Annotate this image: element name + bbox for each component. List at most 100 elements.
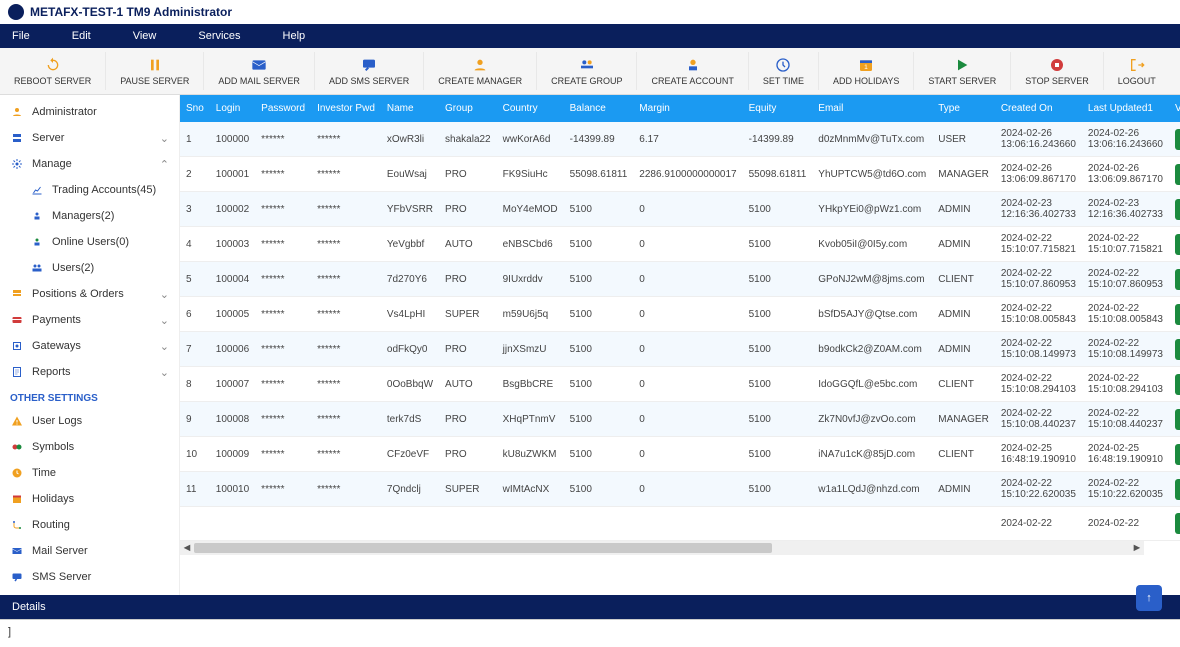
- view-button[interactable]: View: [1175, 199, 1180, 220]
- scroll-left-icon[interactable]: ◄: [180, 541, 194, 555]
- view-button[interactable]: View: [1175, 269, 1180, 290]
- toolbar-stop-server[interactable]: STOP SERVER: [1011, 52, 1104, 90]
- col-balance[interactable]: Balance: [564, 95, 634, 122]
- toolbar-create-group[interactable]: CREATE GROUP: [537, 52, 637, 90]
- horizontal-scrollbar[interactable]: ◄ ►: [180, 541, 1144, 555]
- sidebar-mail-server[interactable]: Mail Server: [0, 538, 179, 564]
- table-row[interactable]: 8100007************0OoBbqWAUTOBsgBbCRE51…: [180, 367, 1180, 402]
- toolbar-add-holidays[interactable]: 1ADD HOLIDAYS: [819, 52, 914, 90]
- table-row[interactable]: 5100004************7d270Y6PRO9IUxrddv510…: [180, 262, 1180, 297]
- routing-icon: [10, 518, 24, 532]
- cell-updated: 2024-02-22: [1082, 507, 1169, 541]
- cell-group: PRO: [439, 192, 497, 227]
- cell-email: w1a1LQdJ@nhzd.com: [812, 472, 932, 507]
- toolbar-logout[interactable]: LOGOUT: [1104, 52, 1170, 90]
- col-email[interactable]: Email: [812, 95, 932, 122]
- table-row[interactable]: 6100005************Vs4LpHISUPERm59U6j5q5…: [180, 297, 1180, 332]
- sidebar-user-logs[interactable]: User Logs: [0, 408, 179, 434]
- sidebar-time[interactable]: Time: [0, 460, 179, 486]
- sidebar-reports[interactable]: Reports⌄: [0, 359, 179, 385]
- menu-edit[interactable]: Edit: [68, 28, 95, 44]
- menu-file[interactable]: File: [8, 28, 34, 44]
- table-row[interactable]: 1100000************xOwR3lishakala22wwKor…: [180, 122, 1180, 157]
- toolbar-pause-server[interactable]: PAUSE SERVER: [106, 52, 204, 90]
- sidebar-sms-server[interactable]: SMS Server: [0, 564, 179, 590]
- col-equity[interactable]: Equity: [743, 95, 813, 122]
- app-logo-icon: [8, 4, 24, 20]
- view-button[interactable]: [1175, 513, 1180, 534]
- toolbar-add-sms-server[interactable]: ADD SMS SERVER: [315, 52, 424, 90]
- table-row[interactable]: 3100002************YFbVSRRPROMoY4eMOD510…: [180, 192, 1180, 227]
- table-row[interactable]: 9100008************terk7dSPROXHqPTnmV510…: [180, 402, 1180, 437]
- table-row[interactable]: 4100003************YeVgbbfAUTOeNBSCbd651…: [180, 227, 1180, 262]
- col-created-on[interactable]: Created On: [995, 95, 1082, 122]
- view-button[interactable]: View: [1175, 374, 1180, 395]
- col-sno[interactable]: Sno: [180, 95, 210, 122]
- table-row[interactable]: 2024-02-222024-02-22: [180, 507, 1180, 541]
- sidebar-administrator[interactable]: Administrator: [0, 99, 179, 125]
- cell-login: 100002: [210, 192, 255, 227]
- cell-margin: 0: [633, 227, 742, 262]
- col-investor-pwd[interactable]: Investor Pwd: [311, 95, 381, 122]
- col-country[interactable]: Country: [497, 95, 564, 122]
- scroll-to-top-button[interactable]: ↑: [1136, 585, 1162, 611]
- cell-margin: 0: [633, 402, 742, 437]
- sidebar-online-users-0-[interactable]: Online Users(0): [0, 229, 179, 255]
- view-button[interactable]: View: [1175, 304, 1180, 325]
- col-password[interactable]: Password: [255, 95, 311, 122]
- col-type[interactable]: Type: [932, 95, 995, 122]
- cell-login: 100009: [210, 437, 255, 472]
- view-button[interactable]: View: [1175, 164, 1180, 185]
- view-button[interactable]: View: [1175, 234, 1180, 255]
- sidebar-users-2-[interactable]: Users(2): [0, 255, 179, 281]
- view-button[interactable]: View: [1175, 129, 1180, 150]
- cell-investor: ******: [311, 192, 381, 227]
- cell-sno: 6: [180, 297, 210, 332]
- menu-services[interactable]: Services: [194, 28, 244, 44]
- toolbar-start-server[interactable]: START SERVER: [914, 52, 1011, 90]
- sidebar-payments[interactable]: Payments⌄: [0, 307, 179, 333]
- col-group[interactable]: Group: [439, 95, 497, 122]
- sidebar-label: SMS Server: [32, 571, 91, 583]
- sidebar-managers-2-[interactable]: Managers(2): [0, 203, 179, 229]
- scroll-right-icon[interactable]: ►: [1130, 541, 1144, 555]
- cell-type: ADMIN: [932, 472, 995, 507]
- view-button[interactable]: View: [1175, 444, 1180, 465]
- view-button[interactable]: View: [1175, 409, 1180, 430]
- table-row[interactable]: 2100001************EouWsajPROFK9SiuHc550…: [180, 157, 1180, 192]
- toolbar-create-account[interactable]: CREATE ACCOUNT: [637, 52, 748, 90]
- table-row[interactable]: 11100010************7QndcljSUPERwIMtAcNX…: [180, 472, 1180, 507]
- stop-icon: [1048, 56, 1066, 74]
- sidebar-label: Routing: [32, 519, 70, 531]
- toolbar-add-mail-server[interactable]: ADD MAIL SERVER: [204, 52, 315, 90]
- table-row[interactable]: 7100006************odFkQy0PROjjnXSmzU510…: [180, 332, 1180, 367]
- sidebar-manage[interactable]: Manage⌃: [0, 151, 179, 177]
- menu-view[interactable]: View: [129, 28, 161, 44]
- col-last-updated1[interactable]: Last Updated1: [1082, 95, 1169, 122]
- col-margin[interactable]: Margin: [633, 95, 742, 122]
- col-view[interactable]: View: [1169, 95, 1180, 122]
- details-tab[interactable]: Details: [0, 595, 58, 619]
- sidebar-server[interactable]: Server⌄: [0, 125, 179, 151]
- cell-updated: 2024-02-2613:06:16.243660: [1082, 122, 1169, 157]
- col-name[interactable]: Name: [381, 95, 439, 122]
- cell-balance: 5100: [564, 437, 634, 472]
- toolbar-reboot-server[interactable]: REBOOT SERVER: [0, 52, 106, 90]
- sidebar-gateways[interactable]: Gateways⌄: [0, 333, 179, 359]
- cell-balance: 5100: [564, 367, 634, 402]
- view-button[interactable]: View: [1175, 339, 1180, 360]
- col-login[interactable]: Login: [210, 95, 255, 122]
- menu-help[interactable]: Help: [279, 28, 310, 44]
- scroll-thumb[interactable]: [194, 543, 772, 553]
- sidebar-positions-orders[interactable]: Positions & Orders⌄: [0, 281, 179, 307]
- table-area[interactable]: SnoLoginPasswordInvestor PwdNameGroupCou…: [180, 95, 1180, 595]
- sidebar-trading-accounts-45-[interactable]: Trading Accounts(45): [0, 177, 179, 203]
- sidebar-routing[interactable]: Routing: [0, 512, 179, 538]
- view-button[interactable]: View: [1175, 479, 1180, 500]
- sidebar-symbols[interactable]: Symbols: [0, 434, 179, 460]
- cell-balance: [564, 507, 634, 541]
- table-row[interactable]: 10100009************CFz0eVFPROkU8uZWKM51…: [180, 437, 1180, 472]
- toolbar-set-time[interactable]: SET TIME: [749, 52, 819, 90]
- sidebar-holidays[interactable]: Holidays: [0, 486, 179, 512]
- toolbar-create-manager[interactable]: CREATE MANAGER: [424, 52, 537, 90]
